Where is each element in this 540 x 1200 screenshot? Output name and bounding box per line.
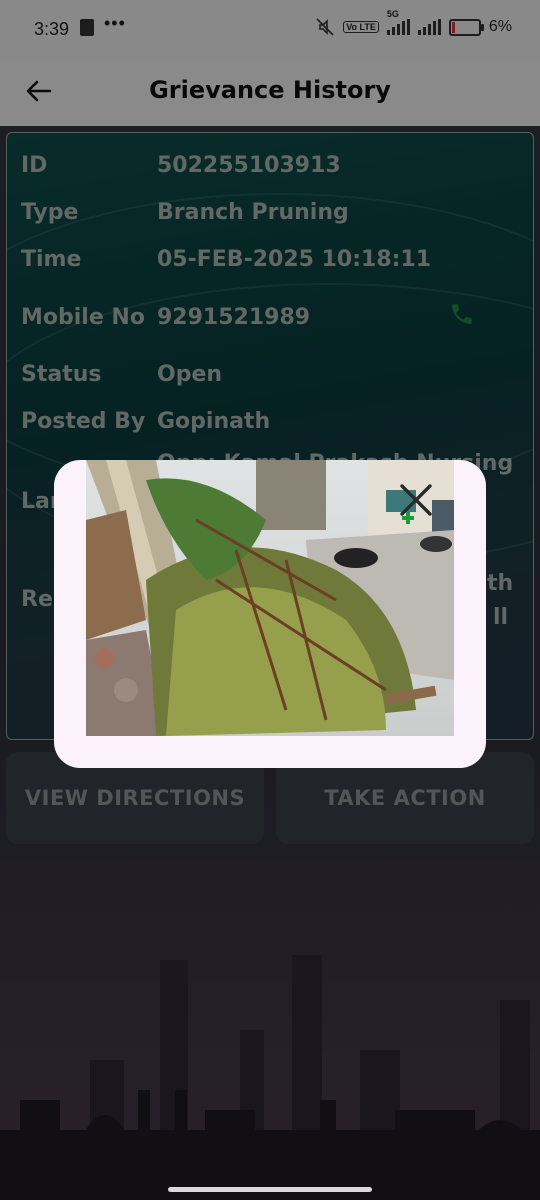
close-icon[interactable] [398, 482, 434, 518]
home-indicator[interactable] [168, 1187, 372, 1192]
image-preview-dialog [54, 460, 486, 768]
